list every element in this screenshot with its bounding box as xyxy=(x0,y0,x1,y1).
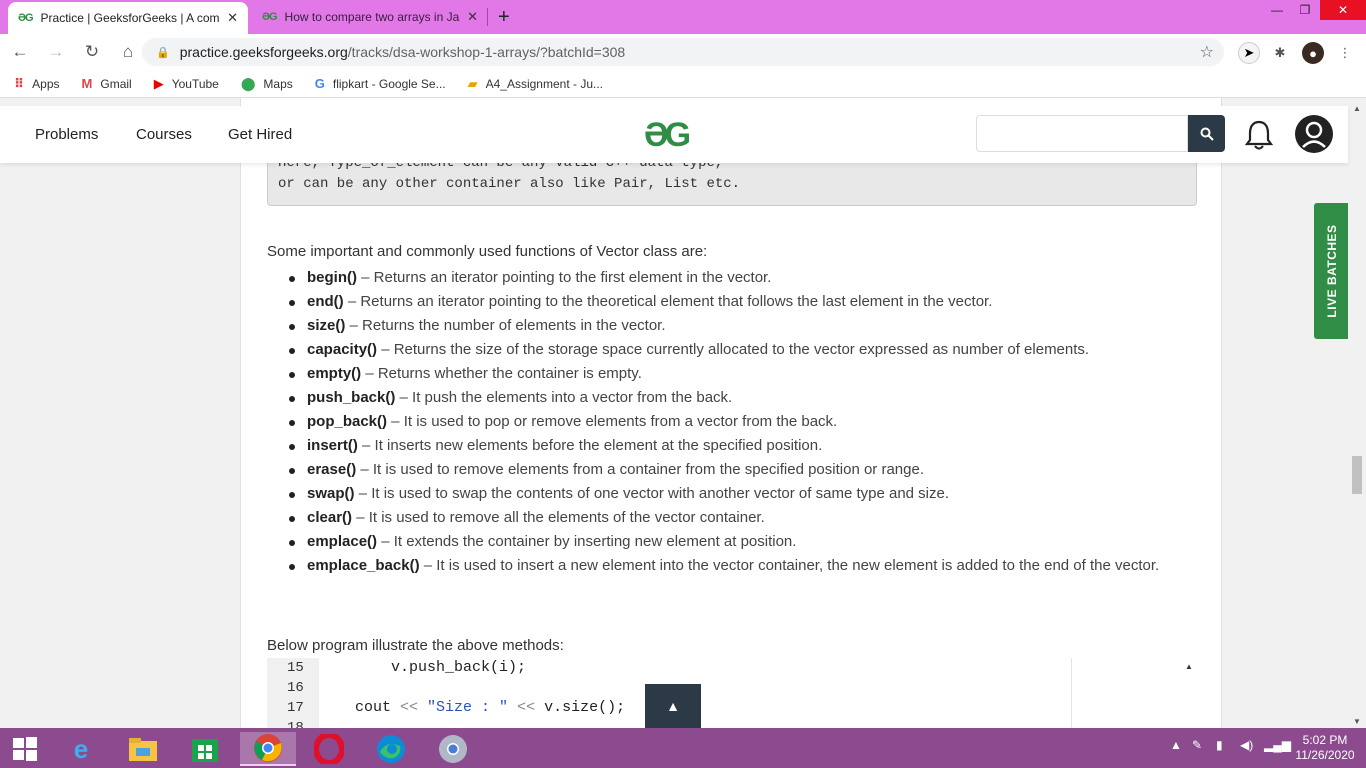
user-avatar-icon[interactable] xyxy=(1294,114,1334,159)
close-window-button[interactable]: ✕ xyxy=(1320,0,1366,20)
chrome-icon[interactable] xyxy=(240,732,296,766)
nav-problems[interactable]: Problems xyxy=(35,126,98,143)
youtube-icon: ▶ xyxy=(153,75,164,91)
functions-intro: Some important and commonly used functio… xyxy=(267,243,708,260)
editor-scroll-up-icon[interactable]: ▲ xyxy=(1185,662,1193,671)
line-number-gutter: 15 16 17 18 xyxy=(267,658,319,728)
url-path: /tracks/dsa-workshop-1-arrays/?batchId=3… xyxy=(347,44,626,60)
chrome-secondary-icon[interactable] xyxy=(428,732,478,766)
bookmarks-bar: ⠿ Apps M Gmail ▶ YouTube ⬤ Maps Gflipkart - … xyxy=(0,70,1366,98)
url-host: practice.geeksforgeeks.org xyxy=(179,44,348,60)
page-scrollbar[interactable]: ▲ ▼ xyxy=(1348,98,1366,728)
search-button[interactable] xyxy=(1188,115,1225,152)
bookmark-flipkart[interactable]: Gflipkart - Google Se... xyxy=(315,76,446,91)
gfg-favicon-icon: ƏG xyxy=(262,11,278,23)
close-tab-icon[interactable]: ✕ xyxy=(467,9,478,25)
cursor-extension-icon[interactable]: ➤ xyxy=(1238,42,1260,64)
opera-icon[interactable] xyxy=(304,732,354,766)
list-item: emplace_back() – It is used to insert a … xyxy=(287,554,1177,578)
browser-toolbar: ← → ↻ ⌂ 🔒 practice.geeksforgeeks.org /tr… xyxy=(0,34,1366,70)
gfg-favicon-icon: ƏG xyxy=(18,12,34,24)
list-item: push_back() – It push the elements into … xyxy=(287,386,1177,410)
list-item: pop_back() – It is used to pop or remove… xyxy=(287,410,1177,434)
minimize-button[interactable]: — xyxy=(1262,0,1292,20)
scroll-up-icon[interactable]: ▲ xyxy=(1353,104,1361,113)
windows-taskbar: e ▲ ✎ ▮ ◀) ▂▄▆ 5:02 PM 11/26/2020 xyxy=(0,728,1366,768)
tab-title: How to compare two arrays in Ja xyxy=(284,10,460,24)
home-button[interactable]: ⌂ xyxy=(112,36,144,68)
gfg-logo[interactable]: ƏG xyxy=(644,116,691,155)
tray-chevron-icon[interactable]: ▲ xyxy=(1170,738,1182,752)
code-editor[interactable]: 15 16 17 18 v.push_back(i); cout << "Siz… xyxy=(267,658,1197,728)
bookmark-gmail[interactable]: M Gmail xyxy=(82,76,132,91)
tab-title: Practice | GeeksforGeeks | A com xyxy=(40,11,220,25)
maps-pin-icon: ⬤ xyxy=(240,75,256,91)
edge-icon[interactable] xyxy=(366,732,416,766)
bookmark-maps[interactable]: ⬤ Maps xyxy=(241,76,293,92)
maximize-button[interactable]: ❐ xyxy=(1290,0,1320,20)
list-item: capacity() – Returns the size of the sto… xyxy=(287,338,1177,362)
new-tab-button[interactable]: + xyxy=(498,6,510,29)
search-input[interactable] xyxy=(976,115,1188,152)
system-clock[interactable]: 5:02 PM 11/26/2020 xyxy=(1290,733,1360,763)
internet-explorer-icon[interactable]: e xyxy=(56,732,106,766)
list-item: begin() – Returns an iterator pointing t… xyxy=(287,266,1177,290)
extensions-puzzle-icon[interactable]: ✱ xyxy=(1269,42,1291,64)
list-item: clear() – It is used to remove all the e… xyxy=(287,506,1177,530)
site-header: Problems Courses Get Hired ƏG xyxy=(0,106,1348,163)
scrollbar-thumb[interactable] xyxy=(1352,456,1362,494)
microsoft-store-icon[interactable] xyxy=(180,732,230,766)
list-item: emplace() – It extends the container by … xyxy=(287,530,1177,554)
bookmark-star-icon[interactable]: ☆ xyxy=(1200,42,1214,62)
gmail-icon: M xyxy=(81,76,93,91)
nav-get-hired[interactable]: Get Hired xyxy=(228,126,292,143)
profile-avatar[interactable]: ● xyxy=(1302,42,1324,64)
program-intro: Below program illustrate the above metho… xyxy=(267,637,564,654)
back-to-top-button[interactable]: ▲ xyxy=(645,684,701,728)
back-button[interactable]: ← xyxy=(4,36,36,68)
bookmark-a4-assignment[interactable]: ▰ A4_Assignment - Ju... xyxy=(468,76,603,92)
battery-icon[interactable]: ▮ xyxy=(1216,738,1223,752)
live-batches-button[interactable]: LIVE BATCHES xyxy=(1314,203,1349,339)
list-item: insert() – It inserts new elements befor… xyxy=(287,434,1177,458)
volume-icon[interactable]: ◀) xyxy=(1240,738,1253,752)
windows-start-icon[interactable] xyxy=(0,732,50,766)
list-item: end() – Returns an iterator pointing to … xyxy=(287,290,1177,314)
browser-tab-bar: ƏG Practice | GeeksforGeeks | A com ✕ ƏG… xyxy=(0,0,1366,34)
functions-list: begin() – Returns an iterator pointing t… xyxy=(287,266,1177,578)
network-pen-icon[interactable]: ✎ xyxy=(1192,738,1202,752)
lock-icon: 🔒 xyxy=(156,46,170,59)
bookmark-apps[interactable]: ⠿ Apps xyxy=(14,76,60,92)
tab-compare-arrays[interactable]: ƏG How to compare two arrays in Ja ✕ xyxy=(252,0,488,34)
wifi-signal-icon[interactable]: ▂▄▆ xyxy=(1264,738,1291,752)
reload-button[interactable]: ↻ xyxy=(76,36,108,68)
menu-kebab-icon[interactable]: ⋮ xyxy=(1334,42,1356,64)
apps-grid-icon: ⠿ xyxy=(14,75,25,91)
bookmark-youtube[interactable]: ▶ YouTube xyxy=(154,76,219,92)
notification-bell-icon[interactable] xyxy=(1243,118,1275,152)
list-item: erase() – It is used to remove elements … xyxy=(287,458,1177,482)
article-content: Here, Type_of_element can be any valid C… xyxy=(240,98,1222,728)
close-tab-icon[interactable]: ✕ xyxy=(227,10,238,26)
code-line: v.push_back(i); xyxy=(319,659,527,676)
tab-practice[interactable]: ƏG Practice | GeeksforGeeks | A com ✕ xyxy=(8,2,248,34)
list-item: swap() – It is used to swap the contents… xyxy=(287,482,1177,506)
google-icon: G xyxy=(314,76,325,91)
code-line: or can be any other container also like … xyxy=(278,176,741,192)
list-item: empty() – Returns whether the container … xyxy=(287,362,1177,386)
forward-button[interactable]: → xyxy=(40,36,72,68)
address-bar[interactable]: 🔒 practice.geeksforgeeks.org /tracks/dsa… xyxy=(142,38,1224,66)
nav-courses[interactable]: Courses xyxy=(136,126,192,143)
notebook-icon: ▰ xyxy=(467,75,478,91)
scroll-down-icon[interactable]: ▼ xyxy=(1353,717,1361,726)
list-item: size() – Returns the number of elements … xyxy=(287,314,1177,338)
search-icon xyxy=(1200,127,1214,141)
file-explorer-icon[interactable] xyxy=(118,732,168,766)
